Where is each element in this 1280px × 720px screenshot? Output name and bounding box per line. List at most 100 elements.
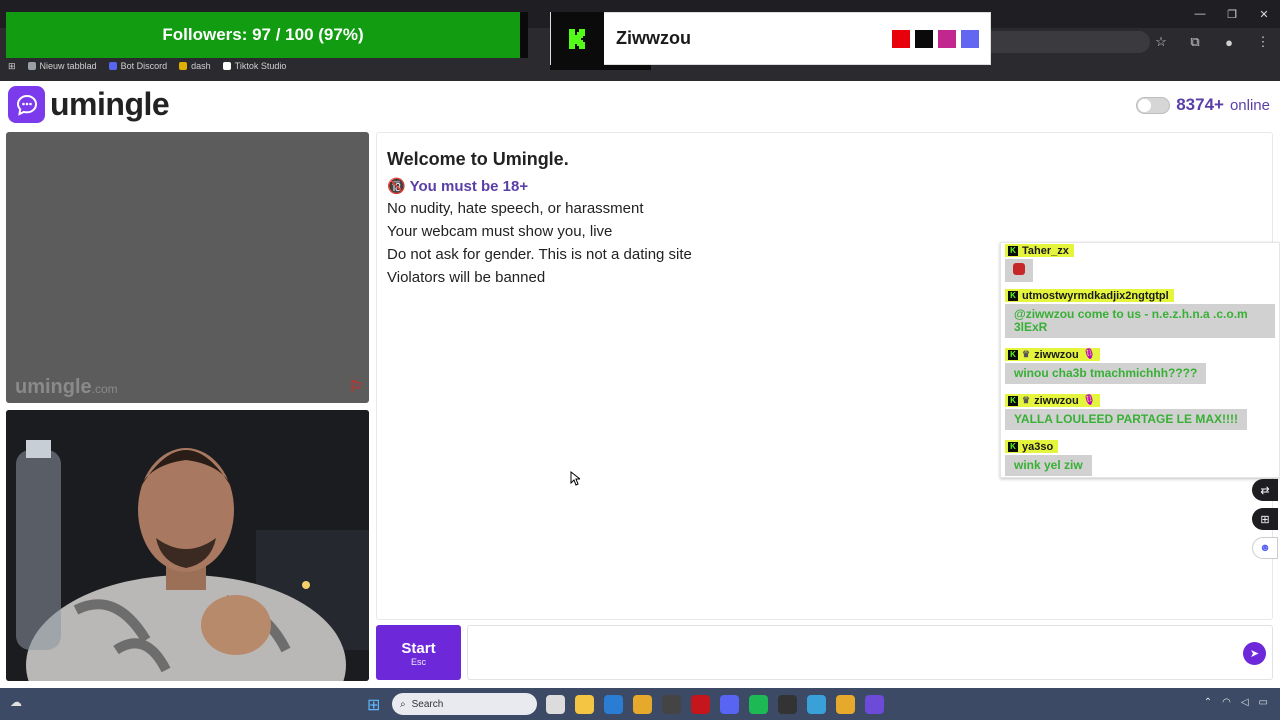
swatch-indigo <box>961 29 979 48</box>
online-indicator: 8374+ online <box>1136 95 1270 115</box>
bookmark-star-icon[interactable]: ☆ <box>1144 30 1178 54</box>
color-swatches <box>892 29 979 48</box>
start-button[interactable]: Start Esc <box>376 625 461 680</box>
taskbar-apps <box>546 695 884 714</box>
translate-icon[interactable]: ⇄ <box>1252 479 1278 501</box>
chat-username: K Taher_zx <box>1005 244 1074 257</box>
bookmark-item[interactable]: Nieuw tabblad <box>27 61 97 71</box>
mouse-cursor-icon <box>570 471 580 486</box>
webcam-frame <box>6 410 369 681</box>
kick-chat-overlay: K Taher_zx Kutmostwyrmdkadjix2ngtgtpl @zi… <box>1000 242 1280 478</box>
chrome-icon[interactable] <box>633 695 652 714</box>
swatch-magenta <box>938 29 956 48</box>
app-icon[interactable] <box>662 695 681 714</box>
bookmark-item[interactable]: Tiktok Studio <box>222 61 286 71</box>
chat-message: K Taher_zx <box>1005 243 1074 282</box>
chat-username: Kutmostwyrmdkadjix2ngtgtpl <box>1005 289 1174 302</box>
menu-icon[interactable]: ⋮ <box>1246 30 1280 54</box>
send-icon[interactable]: ➤ <box>1243 642 1266 665</box>
report-flag-icon[interactable]: ⚐ <box>349 377 363 397</box>
stranger-video: umingle.com ⚐ <box>6 132 369 403</box>
discord-icon <box>108 62 117 70</box>
logo-text: umingle <box>50 86 170 122</box>
crown-badge-icon: ♛ <box>1022 395 1031 405</box>
streamer-card-underline <box>550 65 651 70</box>
bookmark-item[interactable]: dash <box>179 61 211 71</box>
task-view-icon[interactable] <box>546 695 565 714</box>
folder-icon <box>179 62 188 70</box>
mic-badge-icon: 🎙 <box>1082 395 1096 406</box>
file-explorer-icon[interactable] <box>575 695 594 714</box>
streamer-name: Ziwwzou <box>616 28 691 48</box>
grid-icon[interactable]: ⊞ <box>1252 508 1278 530</box>
profile-avatar[interactable]: ● <box>1212 30 1246 54</box>
bookmark-item[interactable]: Bot Discord <box>108 61 167 71</box>
chevron-up-icon[interactable]: ⌃ <box>1204 697 1212 708</box>
swatch-red <box>892 29 910 48</box>
chat-text: @ziwwzou come to us - n.e.z.h.n.a .c.o.m… <box>1005 304 1275 338</box>
wifi-icon[interactable]: ◠ <box>1222 697 1231 708</box>
minimize-icon[interactable]: — <box>1184 0 1216 28</box>
chat-message: Kya3so wink yel ziw <box>1005 436 1092 476</box>
outlook-icon[interactable] <box>604 695 623 714</box>
discord-icon[interactable]: ☻ <box>1252 537 1278 559</box>
theme-toggle[interactable] <box>1136 96 1171 114</box>
message-input[interactable]: ➤ <box>467 625 1273 680</box>
no-under-18-icon: 🔞 <box>387 177 406 195</box>
followers-goal-label: Followers: 97 / 100 (97%) <box>162 25 364 44</box>
devil-emoji-icon <box>1005 259 1033 282</box>
site-logo[interactable]: umingle <box>8 86 170 123</box>
welcome-message: Welcome to Umingle. 🔞 You must be 18+ No… <box>387 148 692 289</box>
app-icon[interactable] <box>807 695 826 714</box>
rule-item: No nudity, hate speech, or harassment <box>387 200 644 218</box>
online-count: 8374+ <box>1176 95 1224 114</box>
windows-taskbar: ☁ ⊞ ⌕ Search ⌃ ◠ ◁ ▭ <box>0 688 1280 720</box>
volume-icon[interactable]: ◁ <box>1241 697 1249 708</box>
tiktok-icon <box>222 62 231 70</box>
chrome-icon[interactable] <box>836 695 855 714</box>
netflix-icon[interactable] <box>691 695 710 714</box>
mic-badge-icon: 🎙 <box>1082 349 1096 360</box>
chat-bubble-icon <box>8 86 45 123</box>
chat-text: YALLA LOULEED PARTAGE LE MAX!!!! <box>1005 409 1247 430</box>
rule-item: Do not ask for gender. This is not a dat… <box>387 245 692 263</box>
swatch-black <box>915 29 933 48</box>
chat-text: wink yel ziw <box>1005 455 1092 476</box>
side-widget-buttons: ⇄ ⊞ ☻ <box>1252 479 1280 566</box>
address-bar[interactable] <box>990 31 1150 53</box>
obs-icon[interactable] <box>778 695 797 714</box>
close-icon[interactable]: ✕ <box>1248 0 1280 28</box>
chat-username: Kya3so <box>1005 440 1059 453</box>
kick-logo-icon <box>551 12 604 65</box>
weather-icon[interactable]: ☁ <box>10 695 22 709</box>
system-tray: ⌃ ◠ ◁ ▭ <box>1204 697 1268 708</box>
apps-icon[interactable]: ⊞ <box>8 61 16 72</box>
notification-icon[interactable]: ▭ <box>1259 697 1268 708</box>
self-webcam-video <box>6 410 369 681</box>
chat-message: K ♛ ziwwzou 🎙 winou cha3b tmachmichhh???? <box>1005 344 1207 384</box>
chat-text: winou cha3b tmachmichhh???? <box>1005 363 1207 384</box>
kick-badge-icon: K <box>1008 245 1018 256</box>
rule-item: Your webcam must show you, live <box>387 223 613 241</box>
chat-message: Kutmostwyrmdkadjix2ngtgtpl @ziwwzou come… <box>1005 285 1275 338</box>
rule-item: Violators will be banned <box>387 268 546 286</box>
search-icon: ⌕ <box>400 698 406 710</box>
extensions-icon[interactable]: ⧉ <box>1178 30 1212 54</box>
followers-goal-bar: Followers: 97 / 100 (97%) <box>6 12 528 58</box>
video-watermark: umingle.com <box>15 376 118 398</box>
app-icon[interactable] <box>865 695 884 714</box>
bookmark-icon <box>27 62 36 70</box>
taskbar-search[interactable]: ⌕ Search <box>392 693 537 715</box>
online-label: online <box>1229 96 1270 114</box>
kick-badge-icon: K <box>1008 290 1018 301</box>
windows-start-icon[interactable]: ⊞ <box>367 695 380 715</box>
chat-username: K ♛ ziwwzou 🎙 <box>1005 394 1101 407</box>
discord-app-icon[interactable] <box>720 695 739 714</box>
browser-toolbar: ☆ ⧉ ● ⋮ <box>1144 30 1280 54</box>
kick-badge-icon: K <box>1008 395 1018 406</box>
age-rule: 🔞 You must be 18+ <box>387 177 529 195</box>
streamer-card: Ziwwzou <box>550 12 991 65</box>
chat-message: K ♛ ziwwzou 🎙 YALLA LOULEED PARTAGE LE MAX!… <box>1005 390 1247 430</box>
spotify-icon[interactable] <box>749 695 768 714</box>
restore-icon[interactable]: ❐ <box>1216 0 1248 28</box>
